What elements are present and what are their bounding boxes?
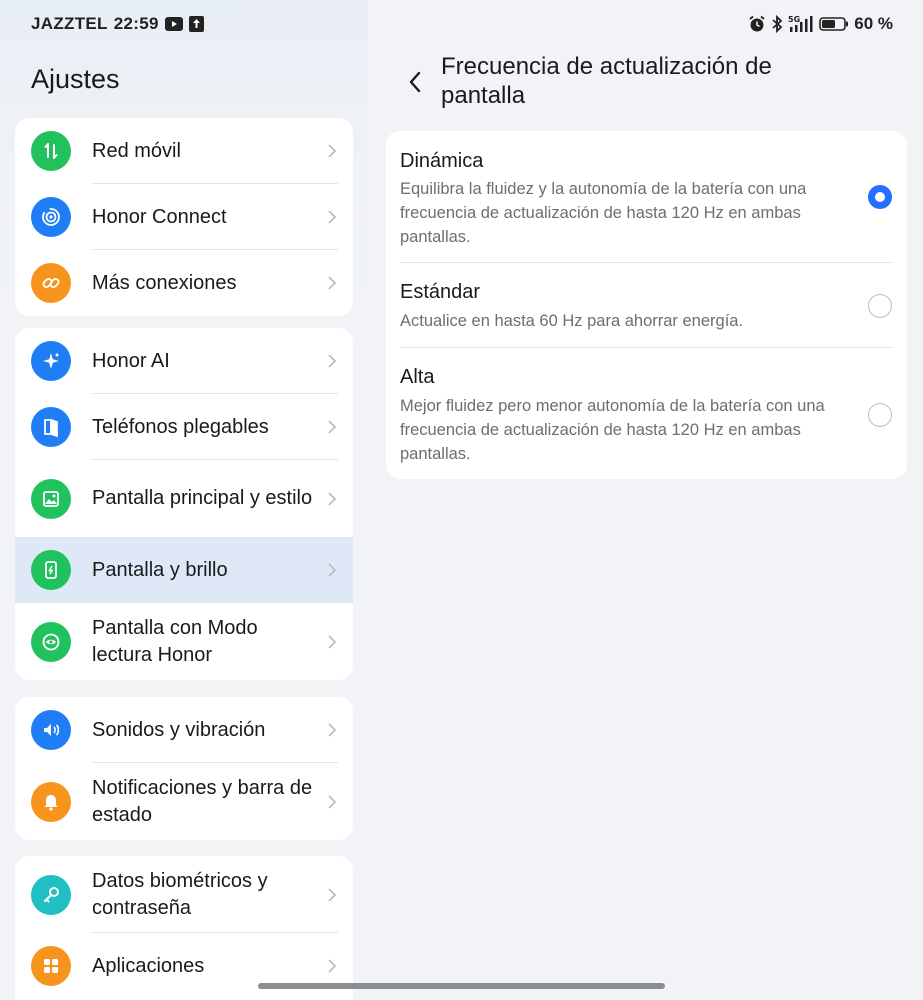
bell-icon <box>31 781 71 822</box>
sidebar-item-mobile-network[interactable]: Red móvil <box>15 118 353 184</box>
option-description: Mejor fluidez pero menor autonomía de la… <box>400 397 825 463</box>
sidebar-item-foldable-phones[interactable]: Teléfonos plegables <box>15 394 353 460</box>
sidebar-item-label: Teléfonos plegables <box>92 415 269 438</box>
chevron-right-icon <box>328 887 337 902</box>
sidebar-item-honor-ai[interactable]: Honor AI <box>15 328 353 394</box>
chevron-right-icon <box>328 723 337 737</box>
sidebar-item-label: Pantalla con Modo lectura Honor <box>92 616 258 666</box>
chevron-right-icon <box>328 354 337 368</box>
chevron-right-icon <box>328 634 337 649</box>
image-icon <box>31 478 71 519</box>
chevron-left-icon <box>409 71 421 93</box>
refresh-rate-options: Dinámica Equilibra la fluidez y la auton… <box>386 131 907 479</box>
sidebar-item-label: Más conexiones <box>92 271 237 294</box>
option-description: Actualice en hasta 60 Hz para ahorrar en… <box>400 312 744 330</box>
chevron-right-icon <box>328 794 337 809</box>
option-title: Estándar <box>400 281 481 303</box>
option-description: Equilibra la fluidez y la autonomía de l… <box>400 180 807 246</box>
radio-dynamic[interactable] <box>868 185 892 209</box>
sidebar-item-notifications[interactable]: Notificaciones y barra de estado <box>15 763 353 840</box>
signal-5g-icon: 5G <box>788 15 814 33</box>
svg-text:5G: 5G <box>788 15 800 24</box>
option-title: Dinámica <box>400 150 484 172</box>
battery-percent: 60 % <box>854 14 893 33</box>
sidebar-item-biometrics[interactable]: Datos biométricos y contraseña <box>15 856 353 933</box>
sidebar-item-label: Pantalla principal y estilo <box>92 487 313 509</box>
option-title: Alta <box>400 366 435 388</box>
sidebar-item-label: Red móvil <box>92 139 181 162</box>
settings-title: Ajustes <box>31 64 120 94</box>
sidebar-item-honor-connect[interactable]: Honor Connect <box>15 184 353 250</box>
chevron-right-icon <box>328 144 337 158</box>
status-bar-left: JAZZTEL 22:59 <box>31 14 204 34</box>
settings-group-security-apps: Datos biométricos y contraseña Aplicacio… <box>15 856 353 1000</box>
alarm-icon <box>748 15 766 33</box>
speaker-icon <box>31 710 71 750</box>
ai-sparkle-icon <box>31 341 71 381</box>
chevron-right-icon <box>328 563 337 577</box>
sidebar-item-label: Notificaciones y barra de estado <box>92 776 313 826</box>
settings-group-connectivity: Red móvil Honor Connect Más conexiones <box>15 118 353 316</box>
status-time: 22:59 <box>113 14 159 33</box>
option-standard[interactable]: Estándar Actualice en hasta 60 Hz para a… <box>386 263 907 348</box>
sidebar-item-sounds[interactable]: Sonidos y vibración <box>15 697 353 763</box>
link-icon <box>31 263 71 303</box>
upload-icon <box>188 16 204 32</box>
settings-list-pane: JAZZTEL 22:59 Ajustes Red móvil Honor Co… <box>0 0 368 1000</box>
settings-group-sound-notifications: Sonidos y vibración Notificaciones y bar… <box>15 697 353 840</box>
home-indicator[interactable] <box>258 983 665 989</box>
mobile-network-icon <box>31 131 71 171</box>
apps-grid-icon <box>31 946 71 986</box>
chevron-right-icon <box>328 276 337 290</box>
sidebar-item-label: Pantalla y brillo <box>92 558 228 581</box>
back-button[interactable] <box>401 68 429 96</box>
sidebar-item-label: Datos biométricos y contraseña <box>92 869 268 919</box>
radio-high[interactable] <box>868 403 892 427</box>
battery-icon <box>819 16 849 32</box>
foldable-icon <box>31 407 71 447</box>
page-title: Frecuencia de actualización de pantalla <box>441 53 772 109</box>
key-icon <box>31 874 71 915</box>
chevron-right-icon <box>328 491 337 506</box>
sidebar-item-label: Sonidos y vibración <box>92 718 266 741</box>
sidebar-item-display-brightness[interactable]: Pantalla y brillo <box>15 537 353 603</box>
eye-comfort-icon <box>31 621 71 662</box>
carrier-label: JAZZTEL <box>31 14 108 33</box>
sidebar-item-more-connections[interactable]: Más conexiones <box>15 250 353 316</box>
sidebar-item-label: Honor AI <box>92 349 170 372</box>
sidebar-item-home-screen-style[interactable]: Pantalla principal y estilo <box>15 460 353 537</box>
display-brightness-icon <box>31 550 71 590</box>
option-high[interactable]: Alta Mejor fluidez pero menor autonomía … <box>386 348 907 479</box>
radio-standard[interactable] <box>868 294 892 318</box>
honor-connect-icon <box>31 197 71 237</box>
chevron-right-icon <box>328 210 337 224</box>
youtube-icon <box>164 17 183 31</box>
sidebar-item-label: Honor Connect <box>92 205 227 228</box>
sidebar-item-label: Aplicaciones <box>92 954 205 977</box>
option-dynamic[interactable]: Dinámica Equilibra la fluidez y la auton… <box>386 131 907 263</box>
chevron-right-icon <box>328 959 337 973</box>
sidebar-item-reading-mode[interactable]: Pantalla con Modo lectura Honor <box>15 603 353 680</box>
status-bar-right: 5G 60 % <box>748 14 893 34</box>
sidebar-item-applications[interactable]: Aplicaciones <box>15 933 353 999</box>
settings-group-display: Honor AI Teléfonos plegables Pantalla pr… <box>15 328 353 680</box>
chevron-right-icon <box>328 420 337 434</box>
bluetooth-icon <box>771 15 783 33</box>
